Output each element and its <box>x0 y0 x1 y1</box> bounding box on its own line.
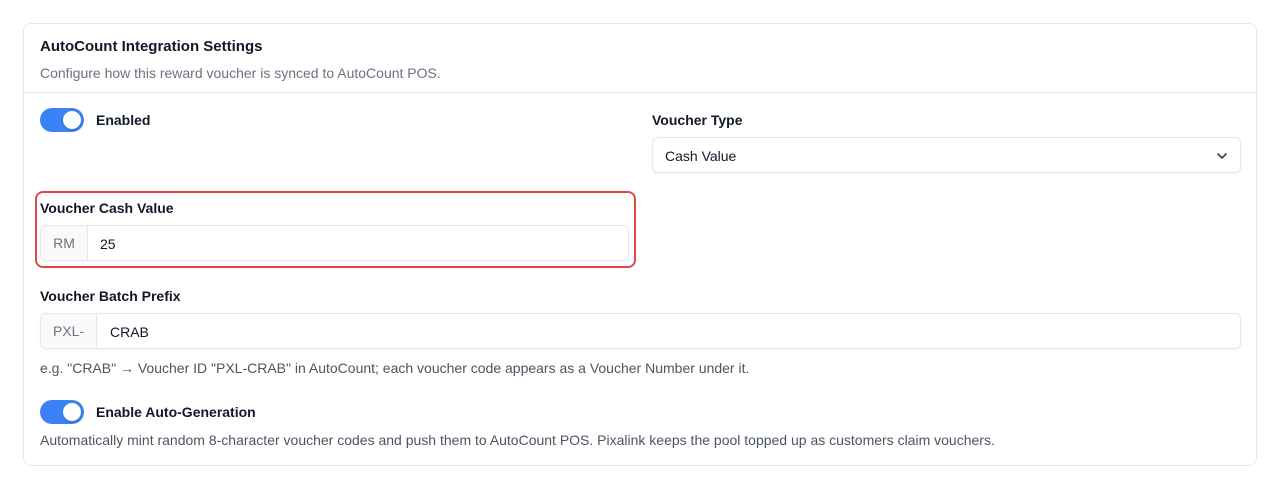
voucher-cash-value-label: Voucher Cash Value <box>40 200 174 216</box>
voucher-batch-prefix-help: e.g. "CRAB" → Voucher ID "PXL-CRAB" in A… <box>40 360 750 376</box>
voucher-type-selected: Cash Value <box>665 148 737 164</box>
voucher-type-label: Voucher Type <box>652 112 743 128</box>
card-header: AutoCount Integration Settings Configure… <box>24 24 1256 93</box>
enabled-label: Enabled <box>96 112 151 128</box>
voucher-batch-prefix-label: Voucher Batch Prefix <box>40 288 181 304</box>
auto-generation-label: Enable Auto-Generation <box>96 404 256 420</box>
voucher-batch-prefix-value: CRAB <box>110 324 149 340</box>
chevron-down-icon <box>1217 153 1227 159</box>
voucher-cash-value-input[interactable]: RM 25 <box>40 225 629 261</box>
enabled-toggle[interactable] <box>40 108 84 132</box>
card-description: Configure how this reward voucher is syn… <box>40 65 441 81</box>
toggle-knob <box>63 111 81 129</box>
currency-prefix: RM <box>41 226 88 260</box>
batch-prefix-addon: PXL- <box>41 314 97 348</box>
card-title: AutoCount Integration Settings <box>40 38 263 55</box>
voucher-cash-value: 25 <box>100 236 116 252</box>
voucher-batch-prefix-input[interactable]: PXL- CRAB <box>40 313 1241 349</box>
toggle-knob <box>63 403 81 421</box>
auto-generation-help: Automatically mint random 8-character vo… <box>40 432 995 448</box>
auto-generation-toggle[interactable] <box>40 400 84 424</box>
voucher-type-select[interactable]: Cash Value <box>652 137 1241 173</box>
autocount-settings-card: AutoCount Integration Settings Configure… <box>23 23 1257 466</box>
